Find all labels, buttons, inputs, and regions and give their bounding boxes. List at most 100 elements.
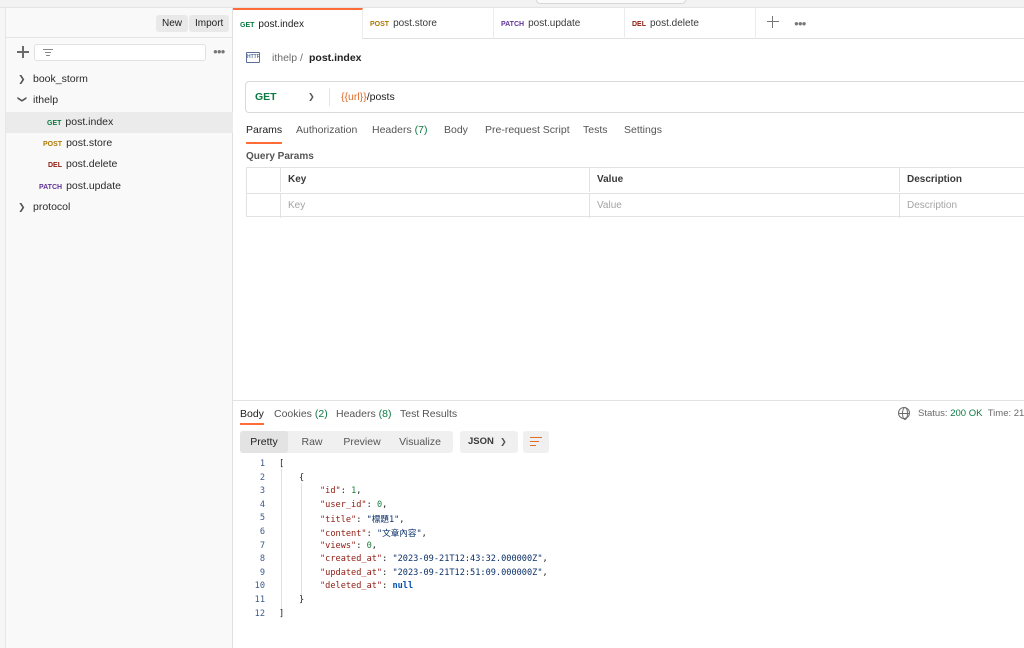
json-line: "title": "標題1", [320, 515, 405, 526]
request-item-post-index[interactable]: GET post.index [6, 112, 233, 133]
json-key: "deleted_at" [320, 581, 383, 592]
url-path: /posts [366, 91, 395, 103]
response-body[interactable]: 1 2 3 4 5 6 7 8 9 10 11 12 [ { "id": 1, … [233, 459, 1024, 629]
method-badge: DEL [632, 21, 646, 28]
json-comma: , [542, 567, 548, 578]
tab-label: post.delete [650, 18, 699, 29]
json-line: "updated_at": "2023-09-21T12:51:09.00000… [320, 567, 548, 578]
collection-book-storm[interactable]: ❯ book_storm [6, 69, 233, 90]
line-number: 8 [259, 554, 265, 565]
count-badge: (2) [314, 408, 328, 420]
line-number: 12 [254, 608, 265, 619]
json-value: "標題1" [366, 515, 400, 526]
breadcrumb-current[interactable]: post.index [309, 51, 362, 65]
add-collection-icon[interactable] [16, 45, 30, 59]
value-input[interactable]: Value [589, 194, 899, 218]
json-key: "views" [320, 540, 357, 551]
response-tab-body[interactable]: Body [240, 408, 264, 425]
description-input[interactable]: Description [899, 194, 1024, 218]
search-bar[interactable] [536, 0, 686, 4]
sidebar-header: New Import [6, 8, 232, 38]
view-pretty[interactable]: Pretty [240, 431, 288, 453]
format-select[interactable]: JSON ❯ [460, 431, 518, 453]
chevron-down-icon[interactable]: ❯ [308, 82, 315, 112]
json-line: "created_at": "2023-09-21T12:43:32.00000… [320, 554, 548, 565]
collection-ithelp[interactable]: ❯ ithelp [6, 90, 233, 111]
breadcrumb-parent[interactable]: ithelp [272, 51, 297, 65]
tab-body[interactable]: Body [444, 124, 468, 144]
column-header-description: Description [899, 168, 1024, 192]
tab-tests[interactable]: Tests [583, 124, 608, 144]
tab-headers[interactable]: Headers (7) [372, 124, 427, 144]
request-item-post-store[interactable]: POST post.store [6, 133, 233, 154]
url-input[interactable]: {{url}}/posts [341, 82, 395, 112]
filter-input[interactable] [34, 44, 206, 61]
response-tab-headers[interactable]: Headers (8) [336, 408, 391, 425]
url-bar: GET ❯ {{url}}/posts [245, 81, 1024, 113]
request-name: post.delete [66, 158, 118, 170]
tab-post-index[interactable]: GET post.index [233, 8, 363, 39]
import-button[interactable]: Import [189, 15, 230, 32]
postman-window: New Import ●●● ❯ book_storm ❯ ithelp GET… [0, 0, 1024, 648]
chevron-right-icon: ❯ [18, 202, 26, 212]
table-row: Key Value Description [247, 193, 1024, 218]
request-item-label: POST post.store [43, 133, 112, 155]
tab-params[interactable]: Params [246, 124, 283, 144]
status-value[interactable]: 200 OK [950, 408, 982, 419]
line-number: 9 [259, 567, 265, 578]
globe-icon[interactable] [898, 407, 910, 420]
line-number: 6 [259, 527, 265, 537]
json-bracket: [ [279, 459, 285, 469]
tab-authorization[interactable]: Authorization [296, 124, 357, 144]
json-line: "user_id": 0, [320, 499, 388, 510]
http-icon: HTTP [246, 52, 260, 63]
json-key: "id" [320, 486, 341, 497]
response-panel: Body Cookies (2) Headers (8) Test Result… [233, 400, 1024, 648]
new-tab-icon[interactable] [767, 16, 779, 28]
line-number: 10 [254, 581, 265, 592]
view-preview[interactable]: Preview [336, 431, 388, 453]
tab-pre-request-script[interactable]: Pre-request Script [485, 124, 570, 144]
new-button[interactable]: New [156, 15, 189, 32]
response-tab-cookies[interactable]: Cookies (2) [274, 408, 328, 425]
view-visualize[interactable]: Visualize [388, 431, 452, 453]
tab-settings[interactable]: Settings [624, 124, 662, 144]
key-input[interactable]: Key [280, 194, 589, 218]
json-key: "content" [320, 529, 367, 539]
collection-protocol[interactable]: ❯ protocol [6, 197, 233, 218]
request-item-label: GET post.index [47, 112, 113, 134]
json-value: "文章內容" [376, 529, 422, 539]
tab-label: post.store [393, 18, 437, 29]
time-label[interactable]: Time: 21 [988, 408, 1024, 419]
tab-label: Headers [336, 408, 376, 420]
tab-post-store[interactable]: POST post.store [363, 8, 494, 39]
json-value: "2023-09-21T12:51:09.000000Z" [392, 567, 543, 578]
request-item-post-update[interactable]: PATCH post.update [6, 176, 233, 197]
indent-guide [281, 469, 282, 614]
tabs-more-icon[interactable]: ●●● [794, 19, 806, 28]
sidebar: New Import ●●● ❯ book_storm ❯ ithelp GET… [6, 8, 233, 648]
format-label: JSON [468, 436, 494, 447]
request-name: post.update [66, 180, 121, 192]
line-number: 11 [254, 595, 265, 605]
tab-post-update[interactable]: PATCH post.update [494, 8, 625, 39]
tab-label: Cookies [274, 408, 312, 420]
line-number: 7 [259, 540, 265, 551]
json-comma: , [542, 554, 548, 565]
response-tab-test-results[interactable]: Test Results [400, 408, 457, 425]
request-item-label: PATCH post.update [39, 176, 121, 198]
tab-post-delete[interactable]: DEL post.delete [625, 8, 756, 39]
line-number: 2 [259, 472, 265, 483]
json-comma: , [399, 515, 405, 526]
tab-label: Headers [372, 124, 412, 136]
wrap-lines-button[interactable] [523, 431, 549, 453]
method-select[interactable]: GET [255, 82, 277, 112]
indent-guide [301, 483, 302, 601]
json-bracket: ] [279, 608, 285, 619]
request-item-post-delete[interactable]: DEL post.delete [6, 154, 233, 175]
request-name: post.index [65, 116, 114, 128]
wrap-lines-icon [530, 437, 542, 447]
line-number: 5 [259, 513, 265, 524]
view-raw[interactable]: Raw [288, 431, 336, 453]
sidebar-more-icon[interactable]: ●●● [213, 47, 225, 56]
